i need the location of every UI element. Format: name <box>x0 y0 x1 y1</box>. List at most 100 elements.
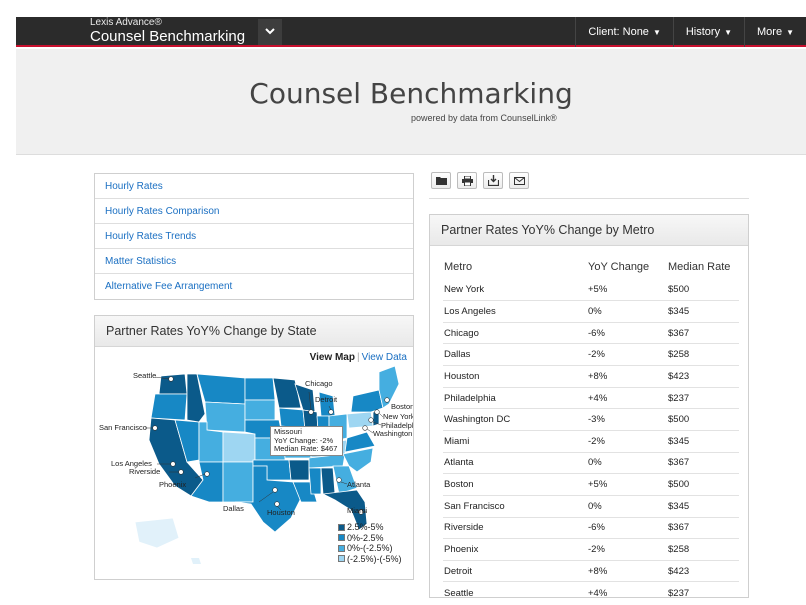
rate-cell: $237 <box>667 581 739 604</box>
city-marker-los-angeles <box>170 461 176 467</box>
yoy-cell: -6% <box>587 321 667 344</box>
yoy-cell: +8% <box>587 365 667 388</box>
state-arkansas <box>288 459 310 481</box>
table-row[interactable]: Boston +5% $500 <box>443 473 739 496</box>
column-header-metro[interactable]: Metro <box>443 255 587 279</box>
top-navbar: Lexis Advance® Counsel Benchmarking Clie… <box>16 17 806 47</box>
legend-label: 2.5%-5% <box>347 522 384 532</box>
state-washington <box>158 373 188 395</box>
table-row[interactable]: Seattle +4% $237 <box>443 581 739 604</box>
state-north-dakota <box>244 377 276 401</box>
menu-item-hourly-rates[interactable]: Hourly Rates <box>95 174 413 199</box>
legend-item: 0%-(-2.5%) <box>338 543 402 554</box>
menu-item-hourly-rates-comparison[interactable]: Hourly Rates Comparison <box>95 199 413 224</box>
column-header-yoy-change[interactable]: YoY Change <box>587 255 667 279</box>
city-label-san-francisco: San Francisco <box>99 423 147 432</box>
client-menu[interactable]: Client: None ▼ <box>575 17 672 47</box>
city-label-detroit: Detroit <box>315 395 338 404</box>
yoy-cell: -6% <box>587 516 667 539</box>
rate-cell: $367 <box>667 321 739 344</box>
open-folder-button[interactable] <box>431 172 451 189</box>
history-menu[interactable]: History ▼ <box>672 17 744 47</box>
city-marker-boston <box>384 397 390 403</box>
legend-label: (-2.5%)-(-5%) <box>347 553 402 564</box>
metro-cell: Detroit <box>443 559 587 582</box>
menu-item-hourly-rates-trends[interactable]: Hourly Rates Trends <box>95 224 413 249</box>
city-label-atlanta: Atlanta <box>347 480 371 489</box>
table-row[interactable]: Los Angeles 0% $345 <box>443 300 739 323</box>
table-row[interactable]: Phoenix -2% $258 <box>443 538 739 561</box>
table-row[interactable]: Detroit +8% $423 <box>443 559 739 582</box>
rate-cell: $345 <box>667 494 739 518</box>
more-menu[interactable]: More ▼ <box>744 17 806 47</box>
table-row[interactable]: Philadelphia +4% $237 <box>443 386 739 409</box>
page-header: Counsel Benchmarking powered by data fro… <box>16 49 806 155</box>
state-iowa <box>278 407 306 429</box>
email-button[interactable] <box>509 172 529 189</box>
yoy-cell: -3% <box>587 408 667 431</box>
table-row[interactable]: Miami -2% $345 <box>443 429 739 453</box>
metro-cell: Miami <box>443 429 587 453</box>
toolbar-divider <box>429 198 749 199</box>
column-header-median-rate[interactable]: Median Rate <box>667 255 739 279</box>
yoy-cell: 0% <box>587 300 667 323</box>
state-new-york <box>350 389 384 413</box>
report-menu: Hourly Rates Hourly Rates Comparison Hou… <box>94 173 414 300</box>
metro-table: Metro YoY Change Median Rate New York +5%… <box>443 255 739 604</box>
download-icon <box>487 175 499 186</box>
legend-item: 2.5%-5% <box>338 522 402 533</box>
caret-down-icon: ▼ <box>724 28 733 37</box>
table-row[interactable]: San Francisco 0% $345 <box>443 494 739 518</box>
page-subtitle: powered by data from CounselLink® <box>411 113 557 123</box>
legend-swatch <box>338 534 345 542</box>
table-row[interactable]: Riverside -6% $367 <box>443 516 739 539</box>
legend-item: 0%-2.5% <box>338 533 402 544</box>
menu-item-alternative-fee-arrangement[interactable]: Alternative Fee Arrangement <box>95 274 413 299</box>
legend-swatch <box>338 523 345 531</box>
legend-label: 0%-2.5% <box>347 532 384 543</box>
table-row[interactable]: Dallas -2% $258 <box>443 343 739 366</box>
city-marker-san-francisco <box>152 425 158 431</box>
metro-cell: New York <box>444 284 485 296</box>
table-row[interactable]: Washington DC -3% $500 <box>443 408 739 431</box>
brand-product-name: Lexis Advance® <box>90 17 162 28</box>
city-label-chicago: Chicago <box>305 379 333 388</box>
history-menu-label: History <box>685 26 721 38</box>
city-marker-atlanta <box>336 477 342 483</box>
yoy-cell: 0% <box>587 451 667 474</box>
table-row[interactable]: Atlanta 0% $367 <box>443 451 739 474</box>
city-label-dallas: Dallas <box>223 504 244 513</box>
state-new-mexico <box>222 461 254 503</box>
table-row[interactable]: Chicago -6% $367 <box>443 321 739 344</box>
city-label-riverside: Riverside <box>129 467 160 476</box>
page-title: Counsel Benchmarking <box>249 77 573 110</box>
metro-cell: Chicago <box>443 321 587 344</box>
folder-icon <box>435 177 447 185</box>
city-marker-washington <box>362 425 368 431</box>
table-row[interactable]: New York +5% $500 <box>443 279 739 301</box>
city-marker-seattle <box>168 376 174 382</box>
top-nav-menu: Client: None ▼ History ▼ More ▼ <box>575 17 806 47</box>
rate-cell: $367 <box>667 451 739 474</box>
rate-cell: $258 <box>667 538 739 561</box>
print-button[interactable] <box>457 172 477 189</box>
city-marker-houston <box>274 501 280 507</box>
state-alabama <box>320 467 336 495</box>
app-switcher-chevron-icon[interactable] <box>258 19 282 45</box>
yoy-cell: -2% <box>587 343 667 366</box>
state-oregon <box>150 393 188 421</box>
rate-cell: $423 <box>667 365 739 388</box>
client-menu-label: Client: None <box>588 26 649 38</box>
export-button[interactable] <box>483 172 503 189</box>
tooltip-median-rate: Median Rate: $467 <box>274 444 338 453</box>
menu-item-matter-statistics[interactable]: Matter Statistics <box>95 249 413 274</box>
brand[interactable]: Lexis Advance® Counsel Benchmarking <box>90 17 245 45</box>
table-row[interactable]: Houston +8% $423 <box>443 365 739 388</box>
legend-swatch <box>338 555 345 563</box>
metro-cell: Phoenix <box>443 538 587 561</box>
map-tooltip: Missouri YoY Change: -2% Median Rate: $4… <box>270 426 343 456</box>
city-marker-dallas <box>272 487 278 493</box>
more-menu-label: More <box>757 26 783 38</box>
city-label-boston: Boston <box>391 402 413 411</box>
rate-cell: $500 <box>667 473 739 496</box>
